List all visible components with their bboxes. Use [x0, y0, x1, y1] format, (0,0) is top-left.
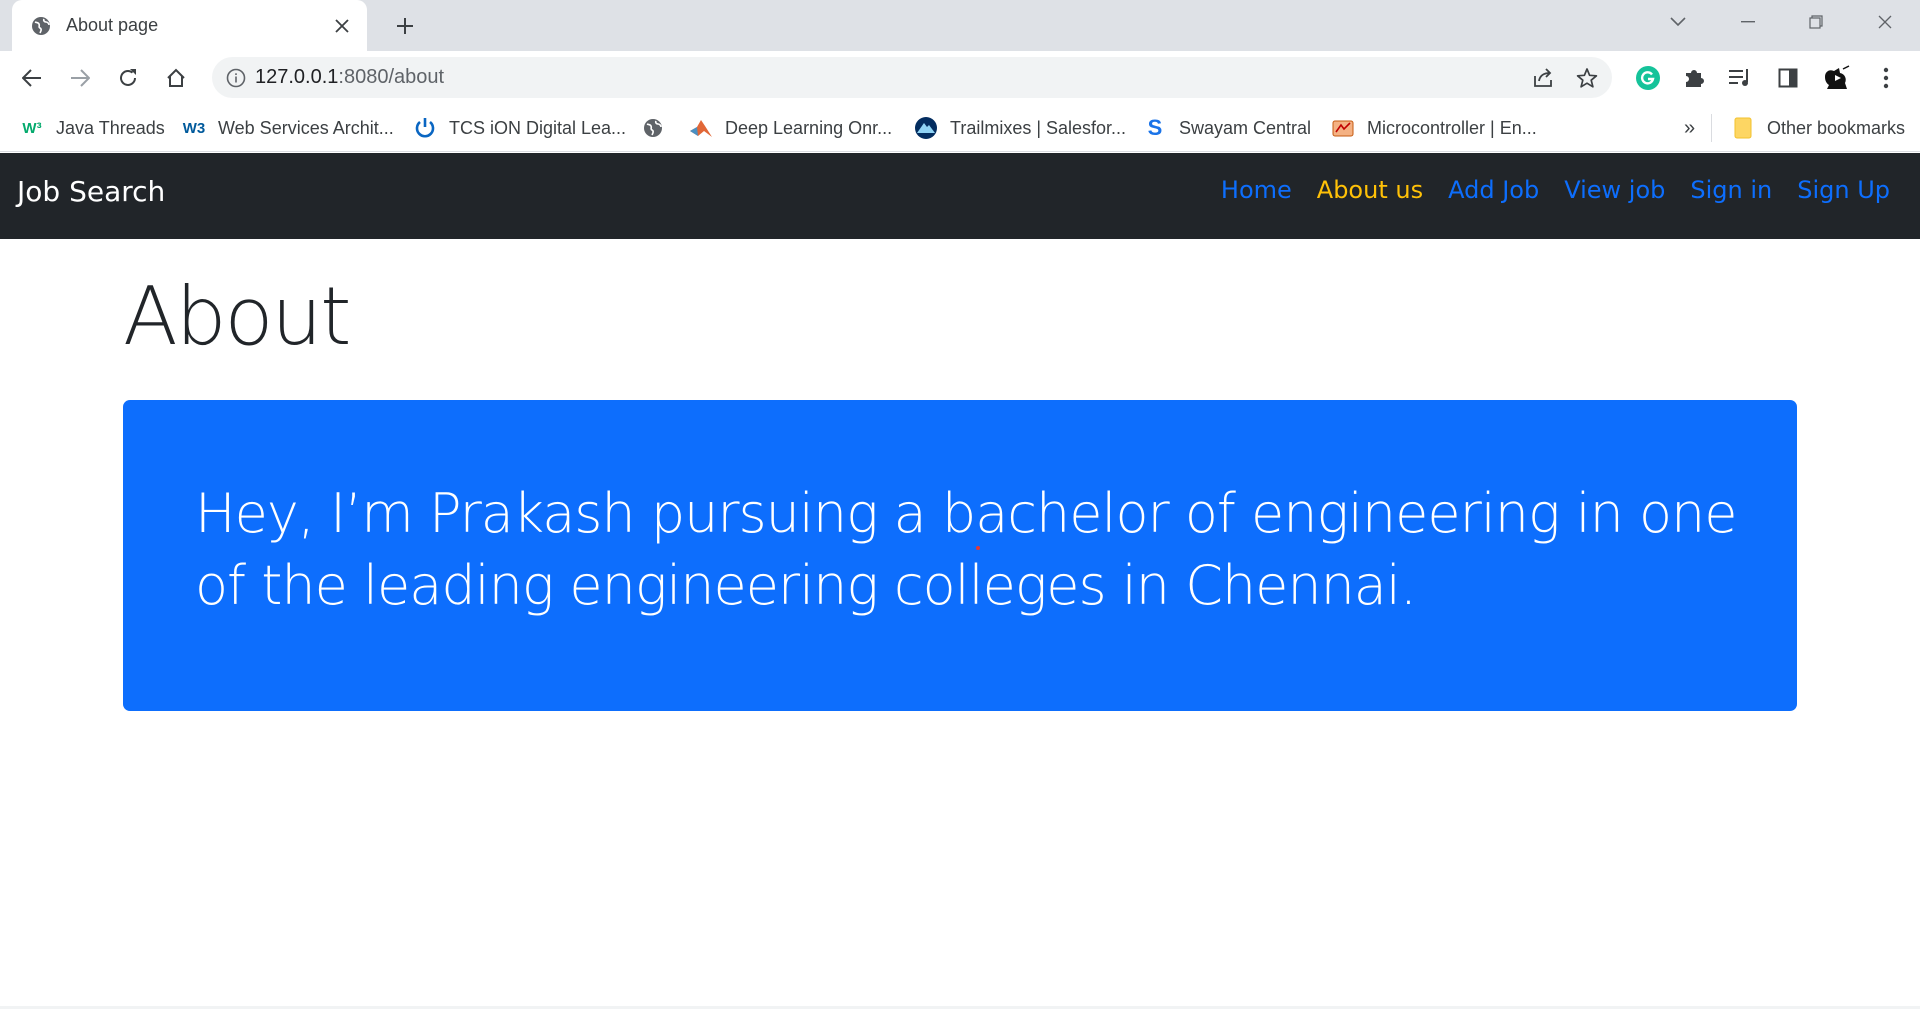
bookmark-java-threads[interactable]: W³ Java Threads: [20, 112, 165, 144]
globe-icon: [30, 15, 52, 37]
nav-about-us[interactable]: About us: [1317, 176, 1423, 204]
overflow-label: »: [1684, 116, 1696, 139]
bookmark-label: Swayam Central: [1179, 117, 1312, 138]
media-queue-icon[interactable]: [1722, 60, 1758, 96]
about-jumbotron: Hey, I’m Prakash pursuing a bachelor of …: [123, 400, 1797, 711]
page-title: About: [123, 270, 352, 363]
tab-strip: About page: [0, 0, 1920, 51]
minimize-icon[interactable]: [1718, 0, 1778, 44]
globe-icon: [641, 116, 665, 140]
url-host: 127.0.0.1: [255, 66, 339, 88]
tab-search-icon[interactable]: [1648, 0, 1708, 44]
other-bookmarks-label: Other bookmarks: [1767, 117, 1906, 138]
site-navbar: Job Search Home About us Add Job View jo…: [0, 153, 1920, 239]
nav-home[interactable]: Home: [1221, 176, 1292, 204]
spellcheck-marker: [976, 546, 980, 550]
profile-avatar-icon[interactable]: [1818, 60, 1854, 96]
bookmarks-overflow-button[interactable]: »: [1684, 112, 1695, 144]
w3c-icon: W3: [182, 119, 206, 137]
brand-link[interactable]: Job Search: [17, 175, 165, 208]
grammarly-icon[interactable]: [1630, 60, 1666, 96]
bookmark-label: Microcontroller | En...: [1367, 117, 1537, 138]
extensions-puzzle-icon[interactable]: [1676, 60, 1712, 96]
matlab-icon: [689, 116, 713, 140]
back-arrow-icon[interactable]: [14, 60, 50, 96]
tab-title: About page: [66, 15, 159, 35]
new-tab-button[interactable]: [388, 9, 422, 43]
bookmark-label: TCS iON Digital Lea...: [449, 117, 627, 138]
nav-sign-up[interactable]: Sign Up: [1797, 176, 1890, 204]
close-window-icon[interactable]: [1855, 0, 1915, 44]
nav-view-job[interactable]: View job: [1564, 176, 1665, 204]
bookmark-label: Web Services Archit...: [218, 117, 394, 138]
bookmark-trailmixes[interactable]: Trailmixes | Salesfor...: [914, 112, 1126, 144]
address-bar[interactable]: 127.0.0.1:8080/about: [212, 57, 1612, 98]
about-lead-text: Hey, I’m Prakash pursuing a bachelor of …: [195, 482, 1737, 617]
nav-add-job[interactable]: Add Job: [1448, 176, 1539, 204]
folder-icon: [1731, 116, 1755, 140]
bookmarks-bar: W³ Java Threads W3 Web Services Archit..…: [0, 104, 1920, 152]
home-icon[interactable]: [158, 60, 194, 96]
trailhead-icon: [914, 116, 938, 140]
other-bookmarks-folder[interactable]: Other bookmarks: [1731, 112, 1905, 144]
bookmark-deep-learning[interactable]: Deep Learning Onr...: [689, 112, 892, 144]
nav-links: Home About us Add Job View job Sign in S…: [1221, 176, 1890, 204]
bookmark-label: Deep Learning Onr...: [725, 117, 893, 138]
url-text[interactable]: 127.0.0.1:8080/about: [255, 66, 444, 89]
share-icon[interactable]: [1526, 61, 1560, 95]
bookmark-web-services[interactable]: W3 Web Services Archit...: [182, 112, 394, 144]
close-tab-icon[interactable]: [327, 11, 357, 41]
browser-toolbar: 127.0.0.1:8080/about: [0, 51, 1920, 104]
bookmark-microcontroller[interactable]: Microcontroller | En...: [1331, 112, 1537, 144]
bookmark-swayam[interactable]: S Swayam Central: [1143, 112, 1311, 144]
site-info-icon[interactable]: [221, 63, 251, 93]
bookmark-star-icon[interactable]: [1570, 61, 1604, 95]
browser-tab[interactable]: About page: [12, 0, 367, 51]
bookmarks-divider: [1711, 114, 1712, 142]
swayam-icon: S: [1147, 115, 1163, 140]
bookmark-label: Trailmixes | Salesfor...: [950, 117, 1127, 138]
restore-icon[interactable]: [1786, 0, 1846, 44]
side-panel-icon[interactable]: [1770, 60, 1806, 96]
nav-sign-in[interactable]: Sign in: [1690, 176, 1772, 204]
bookmark-label: Java Threads: [56, 117, 165, 138]
bookmark-tcs-ion[interactable]: TCS iON Digital Lea...: [413, 112, 626, 144]
menu-kebab-icon[interactable]: [1868, 60, 1904, 96]
bookmark-globe[interactable]: [641, 112, 665, 144]
forward-arrow-icon[interactable]: [62, 60, 98, 96]
url-path: :8080/about: [338, 66, 445, 88]
w3-green-icon: W³: [22, 119, 42, 137]
power-icon: [413, 116, 437, 140]
microcontroller-icon: [1331, 116, 1355, 140]
reload-icon[interactable]: [110, 60, 146, 96]
